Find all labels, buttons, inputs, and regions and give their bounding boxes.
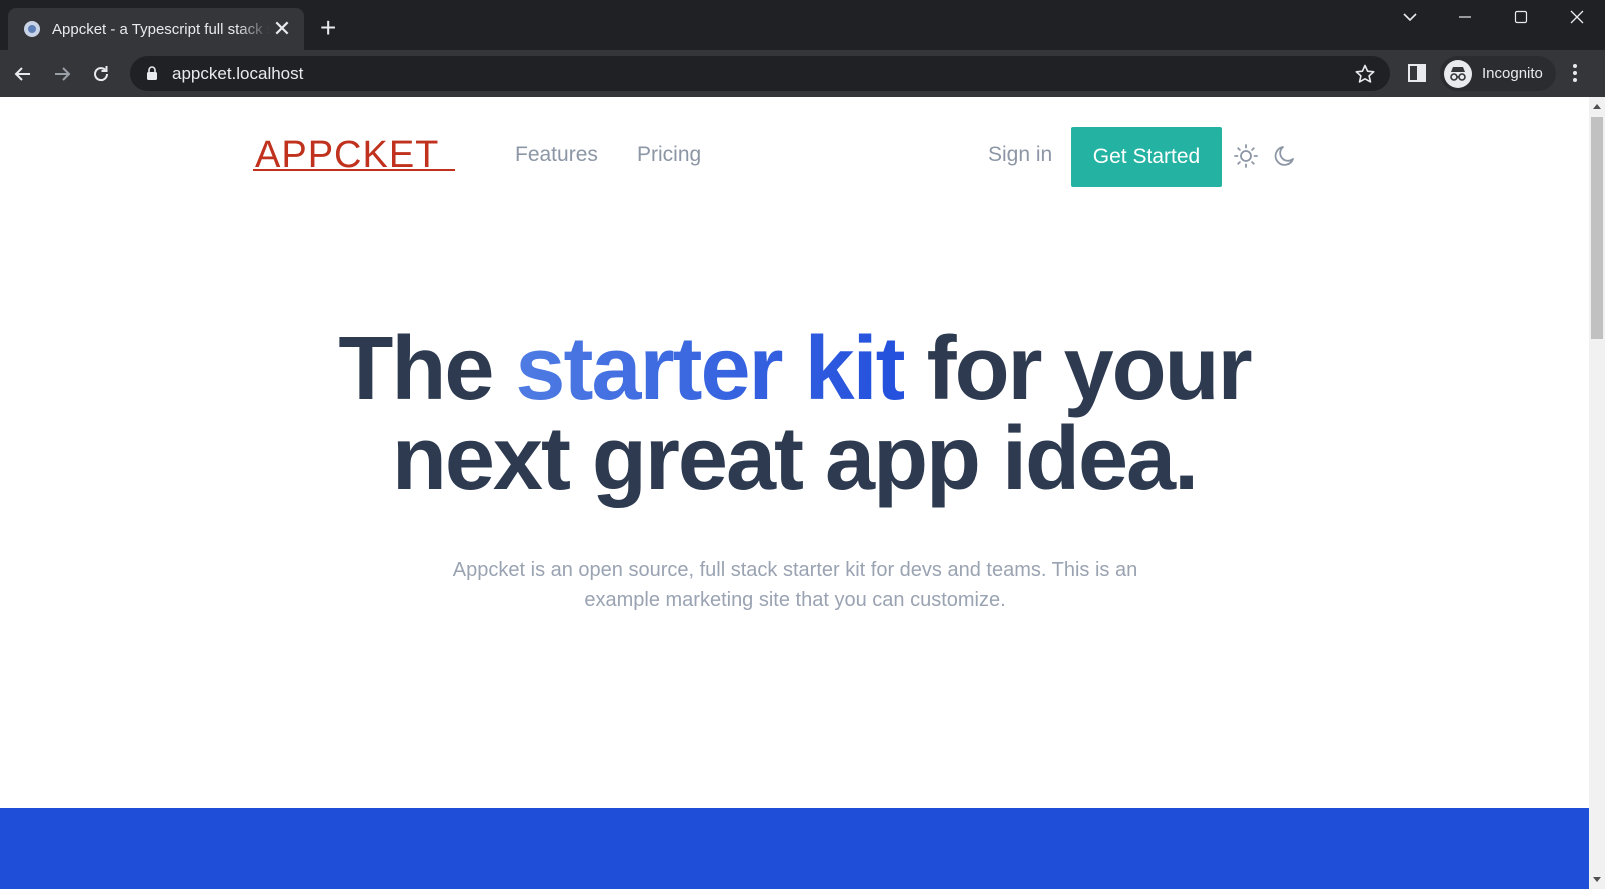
back-button[interactable]	[8, 59, 38, 89]
get-started-button[interactable]: Get Started	[1071, 127, 1222, 187]
scroll-up-arrow-icon[interactable]	[1593, 104, 1601, 109]
hero-heading-line-1: The starter kit for your	[0, 324, 1589, 414]
moon-icon	[1274, 146, 1294, 166]
minimize-button[interactable]	[1437, 0, 1493, 34]
page-scrollbar[interactable]	[1589, 97, 1605, 889]
hero-section: The starter kit for your next great app …	[0, 324, 1589, 504]
url-text[interactable]: appcket.localhost	[172, 64, 303, 84]
features-section-band	[0, 808, 1589, 889]
hero-heading-pre: The	[338, 319, 516, 419]
site-logo[interactable]: APPCKET	[253, 135, 455, 175]
tab-search-button[interactable]	[1382, 0, 1438, 34]
light-theme-button[interactable]	[1231, 141, 1261, 171]
profile-incognito-button[interactable]: Incognito	[1440, 56, 1556, 91]
reload-button[interactable]	[86, 59, 116, 89]
back-icon	[14, 67, 30, 81]
reload-icon	[94, 66, 109, 82]
close-window-button[interactable]	[1549, 0, 1605, 34]
forward-button[interactable]	[47, 59, 77, 89]
incognito-label: Incognito	[1482, 65, 1543, 82]
side-panel-icon[interactable]	[1407, 63, 1427, 83]
lock-icon	[147, 66, 157, 80]
logo-underline	[253, 169, 455, 171]
scroll-down-arrow-icon[interactable]	[1593, 877, 1601, 882]
hero-subtitle: Appcket is an open source, full stack st…	[452, 559, 1138, 611]
sun-icon	[1234, 144, 1258, 168]
menu-kebab-icon[interactable]	[1572, 62, 1578, 84]
browser-tab[interactable]: Appcket - a Typescript full stack starte…	[8, 8, 304, 50]
new-tab-button[interactable]: +	[320, 13, 336, 43]
star-icon[interactable]	[1354, 63, 1376, 85]
address-bar[interactable]: appcket.localhost	[130, 56, 1390, 91]
dark-theme-button[interactable]	[1270, 141, 1300, 171]
maximize-button[interactable]	[1493, 0, 1549, 34]
scroll-thumb[interactable]	[1591, 117, 1603, 339]
favicon-icon	[24, 21, 40, 37]
maximize-icon	[1514, 10, 1528, 24]
browser-toolbar: appcket.localhost Incognito	[0, 50, 1605, 97]
tab-close-button[interactable]: ✕	[270, 17, 294, 41]
nav-link-pricing[interactable]: Pricing	[637, 143, 701, 167]
close-icon	[1570, 10, 1584, 24]
hero-heading-line-2: next great app idea.	[391, 409, 1199, 509]
hero-heading-accent: starter kit	[515, 319, 905, 419]
hero-heading-post: for your	[903, 319, 1253, 419]
page-viewport: APPCKET Features Pricing Sign in Get Sta…	[0, 97, 1589, 889]
tab-strip: Appcket - a Typescript full stack starte…	[0, 0, 1605, 50]
forward-icon	[55, 67, 71, 81]
minimize-icon	[1459, 16, 1471, 18]
sign-in-link[interactable]: Sign in	[988, 143, 1052, 167]
incognito-icon	[1444, 59, 1472, 88]
nav-link-features[interactable]: Features	[515, 143, 598, 167]
chevron-down-icon	[1403, 13, 1417, 22]
tab-title: Appcket - a Typescript full stack starte…	[52, 20, 270, 38]
